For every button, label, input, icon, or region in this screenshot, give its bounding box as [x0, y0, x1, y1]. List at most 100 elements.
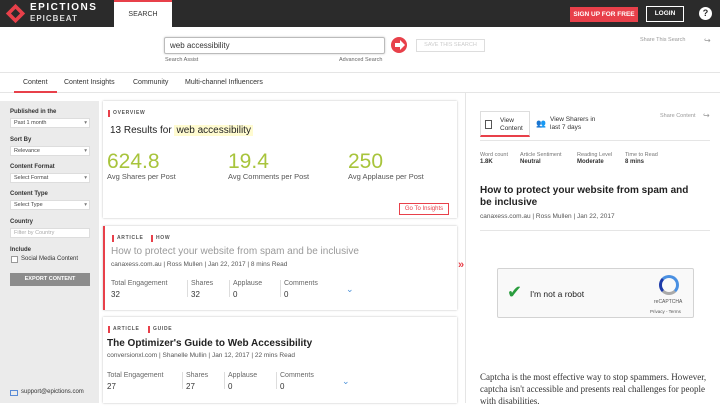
format-select[interactable]: Select Format — [10, 173, 90, 183]
article-source[interactable]: canaxess.com.au — [111, 261, 162, 268]
type-select[interactable]: Select Type — [10, 200, 90, 210]
share-content-link[interactable]: Share Content — [660, 113, 695, 119]
article-card[interactable]: ARTICLE GUIDE The Optimizer's Guide to W… — [103, 317, 457, 403]
search-assist-link[interactable]: Search Assist — [165, 57, 198, 63]
article-author[interactable]: Ross Mullen — [167, 261, 203, 268]
checkmark-icon[interactable]: ✔ — [507, 283, 522, 301]
detail-source[interactable]: canaxess.com.au — [480, 213, 531, 220]
brand-product[interactable]: EPICBEAT — [30, 14, 78, 23]
sort-select[interactable]: Relevance — [10, 146, 90, 156]
reading-level-value: Moderate — [577, 159, 604, 165]
article-type-tag: ARTICLE — [108, 326, 140, 333]
panel-divider — [465, 93, 466, 403]
applause-label: Applause — [228, 372, 258, 379]
results-heading: 13 Results for web accessibility — [110, 125, 253, 136]
detail-meta: canaxess.com.au | Ross Mullen | Jan 22, … — [480, 213, 615, 220]
social-media-checkbox[interactable] — [11, 256, 18, 263]
word-count-value: 1.8K — [480, 159, 493, 165]
support-email-link[interactable]: support@epictions.com — [10, 389, 84, 396]
article-title[interactable]: How to protect your website from spam an… — [111, 246, 359, 257]
save-search-button[interactable]: SAVE THIS SEARCH — [416, 39, 485, 52]
tab-view-content[interactable]: View Content — [480, 111, 530, 137]
expand-chevron-icon[interactable]: ⌄ — [346, 284, 354, 295]
article-card[interactable]: ARTICLE HOW How to protect your website … — [103, 226, 457, 310]
article-source[interactable]: conversionxl.com — [107, 352, 157, 359]
article-author[interactable]: Shanelle Mullin — [163, 352, 207, 359]
selected-indicator-icon: » — [458, 259, 465, 271]
document-icon — [485, 120, 492, 129]
advanced-search-link[interactable]: Advanced Search — [339, 57, 382, 63]
share-content-icon[interactable]: ↪ — [703, 111, 710, 120]
overview-tag: OVERVIEW — [108, 110, 145, 117]
avg-comments-label: Avg Comments per Post — [228, 172, 310, 181]
overview-card: OVERVIEW 13 Results for web accessibilit… — [103, 101, 457, 218]
sort-label: Sort By — [10, 137, 32, 143]
detail-divider — [480, 230, 710, 231]
stat-divider — [187, 280, 188, 297]
stat-divider — [182, 372, 183, 389]
comments-label: Comments — [284, 280, 318, 287]
tab-search[interactable]: SEARCH — [114, 0, 172, 27]
export-content-button[interactable]: EXPORT CONTENT — [10, 273, 90, 286]
shares-label: Shares — [186, 372, 209, 379]
epictions-logo-icon[interactable] — [5, 3, 26, 24]
country-label: Country — [10, 219, 33, 225]
stat-divider — [280, 280, 281, 297]
expand-chevron-icon[interactable]: ⌄ — [342, 376, 350, 387]
avg-shares-value: 624.8 — [107, 150, 160, 173]
type-label: Content Type — [10, 191, 48, 197]
applause-value: 0 — [233, 290, 238, 299]
tab-multichannel-influencers[interactable]: Multi-channel Influencers — [185, 73, 263, 93]
detail-title: How to protect your website from spam an… — [480, 185, 689, 208]
shares-value: 32 — [191, 290, 200, 299]
article-category-tag: HOW — [151, 235, 170, 242]
time-to-read-label: Time to Read — [625, 152, 658, 158]
go-to-insights-button[interactable]: Go To Insights — [399, 203, 449, 215]
results-query: web accessibility — [174, 125, 253, 136]
published-label: Published in the — [10, 109, 57, 115]
view-sharers-label: View Sharers in last 7 days — [550, 116, 596, 131]
reading-level-label: Reading Level — [577, 152, 613, 158]
word-count-label: Word count — [480, 152, 509, 158]
avg-applause-value: 250 — [348, 150, 384, 173]
signup-button[interactable]: SIGN UP FOR FREE — [570, 7, 638, 22]
support-email[interactable]: support@epictions.com — [10, 389, 84, 395]
share-arrow-icon[interactable]: ↪ — [704, 36, 711, 45]
login-button[interactable]: LOGIN — [646, 6, 684, 22]
avg-applause-label: Avg Applause per Post — [348, 172, 424, 181]
comments-value: 0 — [280, 382, 285, 391]
filter-sidebar: Published in the Past 1 month Sort By Re… — [0, 101, 99, 403]
tab-view-sharers[interactable]: 👥 View Sharers in last 7 days — [533, 111, 599, 137]
recaptcha-label: I'm not a robot — [530, 289, 585, 299]
recaptcha-links[interactable]: Privacy - Terms — [650, 309, 681, 314]
article-meta: conversionxl.com | Shanelle Mullin | Jan… — [107, 352, 295, 359]
article-date: Jan 22, 2017 — [207, 261, 246, 268]
comments-value: 0 — [284, 290, 289, 299]
recaptcha-widget: ✔ I'm not a robot reCAPTCHA Privacy - Te… — [497, 268, 694, 318]
mail-icon — [10, 390, 18, 396]
engagement-value: 32 — [111, 290, 120, 299]
include-label: Include — [10, 247, 32, 253]
tab-content-insights[interactable]: Content Insights — [64, 73, 115, 93]
search-input[interactable]: web accessibility — [164, 37, 385, 54]
engagement-label: Total Engagement — [111, 280, 168, 287]
article-meta: canaxess.com.au | Ross Mullen | Jan 22, … — [111, 261, 288, 268]
stat-divider — [224, 372, 225, 389]
sentiment-value: Neutral — [520, 159, 541, 165]
share-search-link[interactable]: Share This Search — [640, 37, 685, 43]
detail-author[interactable]: Ross Mullen — [536, 213, 572, 220]
brand-name[interactable]: EPICTIONS — [30, 3, 97, 13]
people-icon: 👥 — [536, 119, 546, 128]
search-go-icon[interactable] — [391, 37, 407, 53]
article-title[interactable]: The Optimizer's Guide to Web Accessibili… — [107, 338, 312, 349]
sentiment-label: Article Sentiment — [520, 152, 562, 158]
content-nav: Content Content Insights Community Multi… — [0, 72, 720, 93]
article-category-tag: GUIDE — [148, 326, 172, 333]
tab-content[interactable]: Content — [14, 73, 57, 93]
tab-community[interactable]: Community — [133, 73, 168, 93]
country-input[interactable]: Filter by Country — [10, 228, 90, 238]
published-select[interactable]: Past 1 month — [10, 118, 90, 128]
avg-shares-label: Avg Shares per Post — [107, 172, 176, 181]
help-icon[interactable]: ? — [699, 7, 712, 20]
detail-body-text: Captcha is the most effective way to sto… — [480, 372, 707, 406]
